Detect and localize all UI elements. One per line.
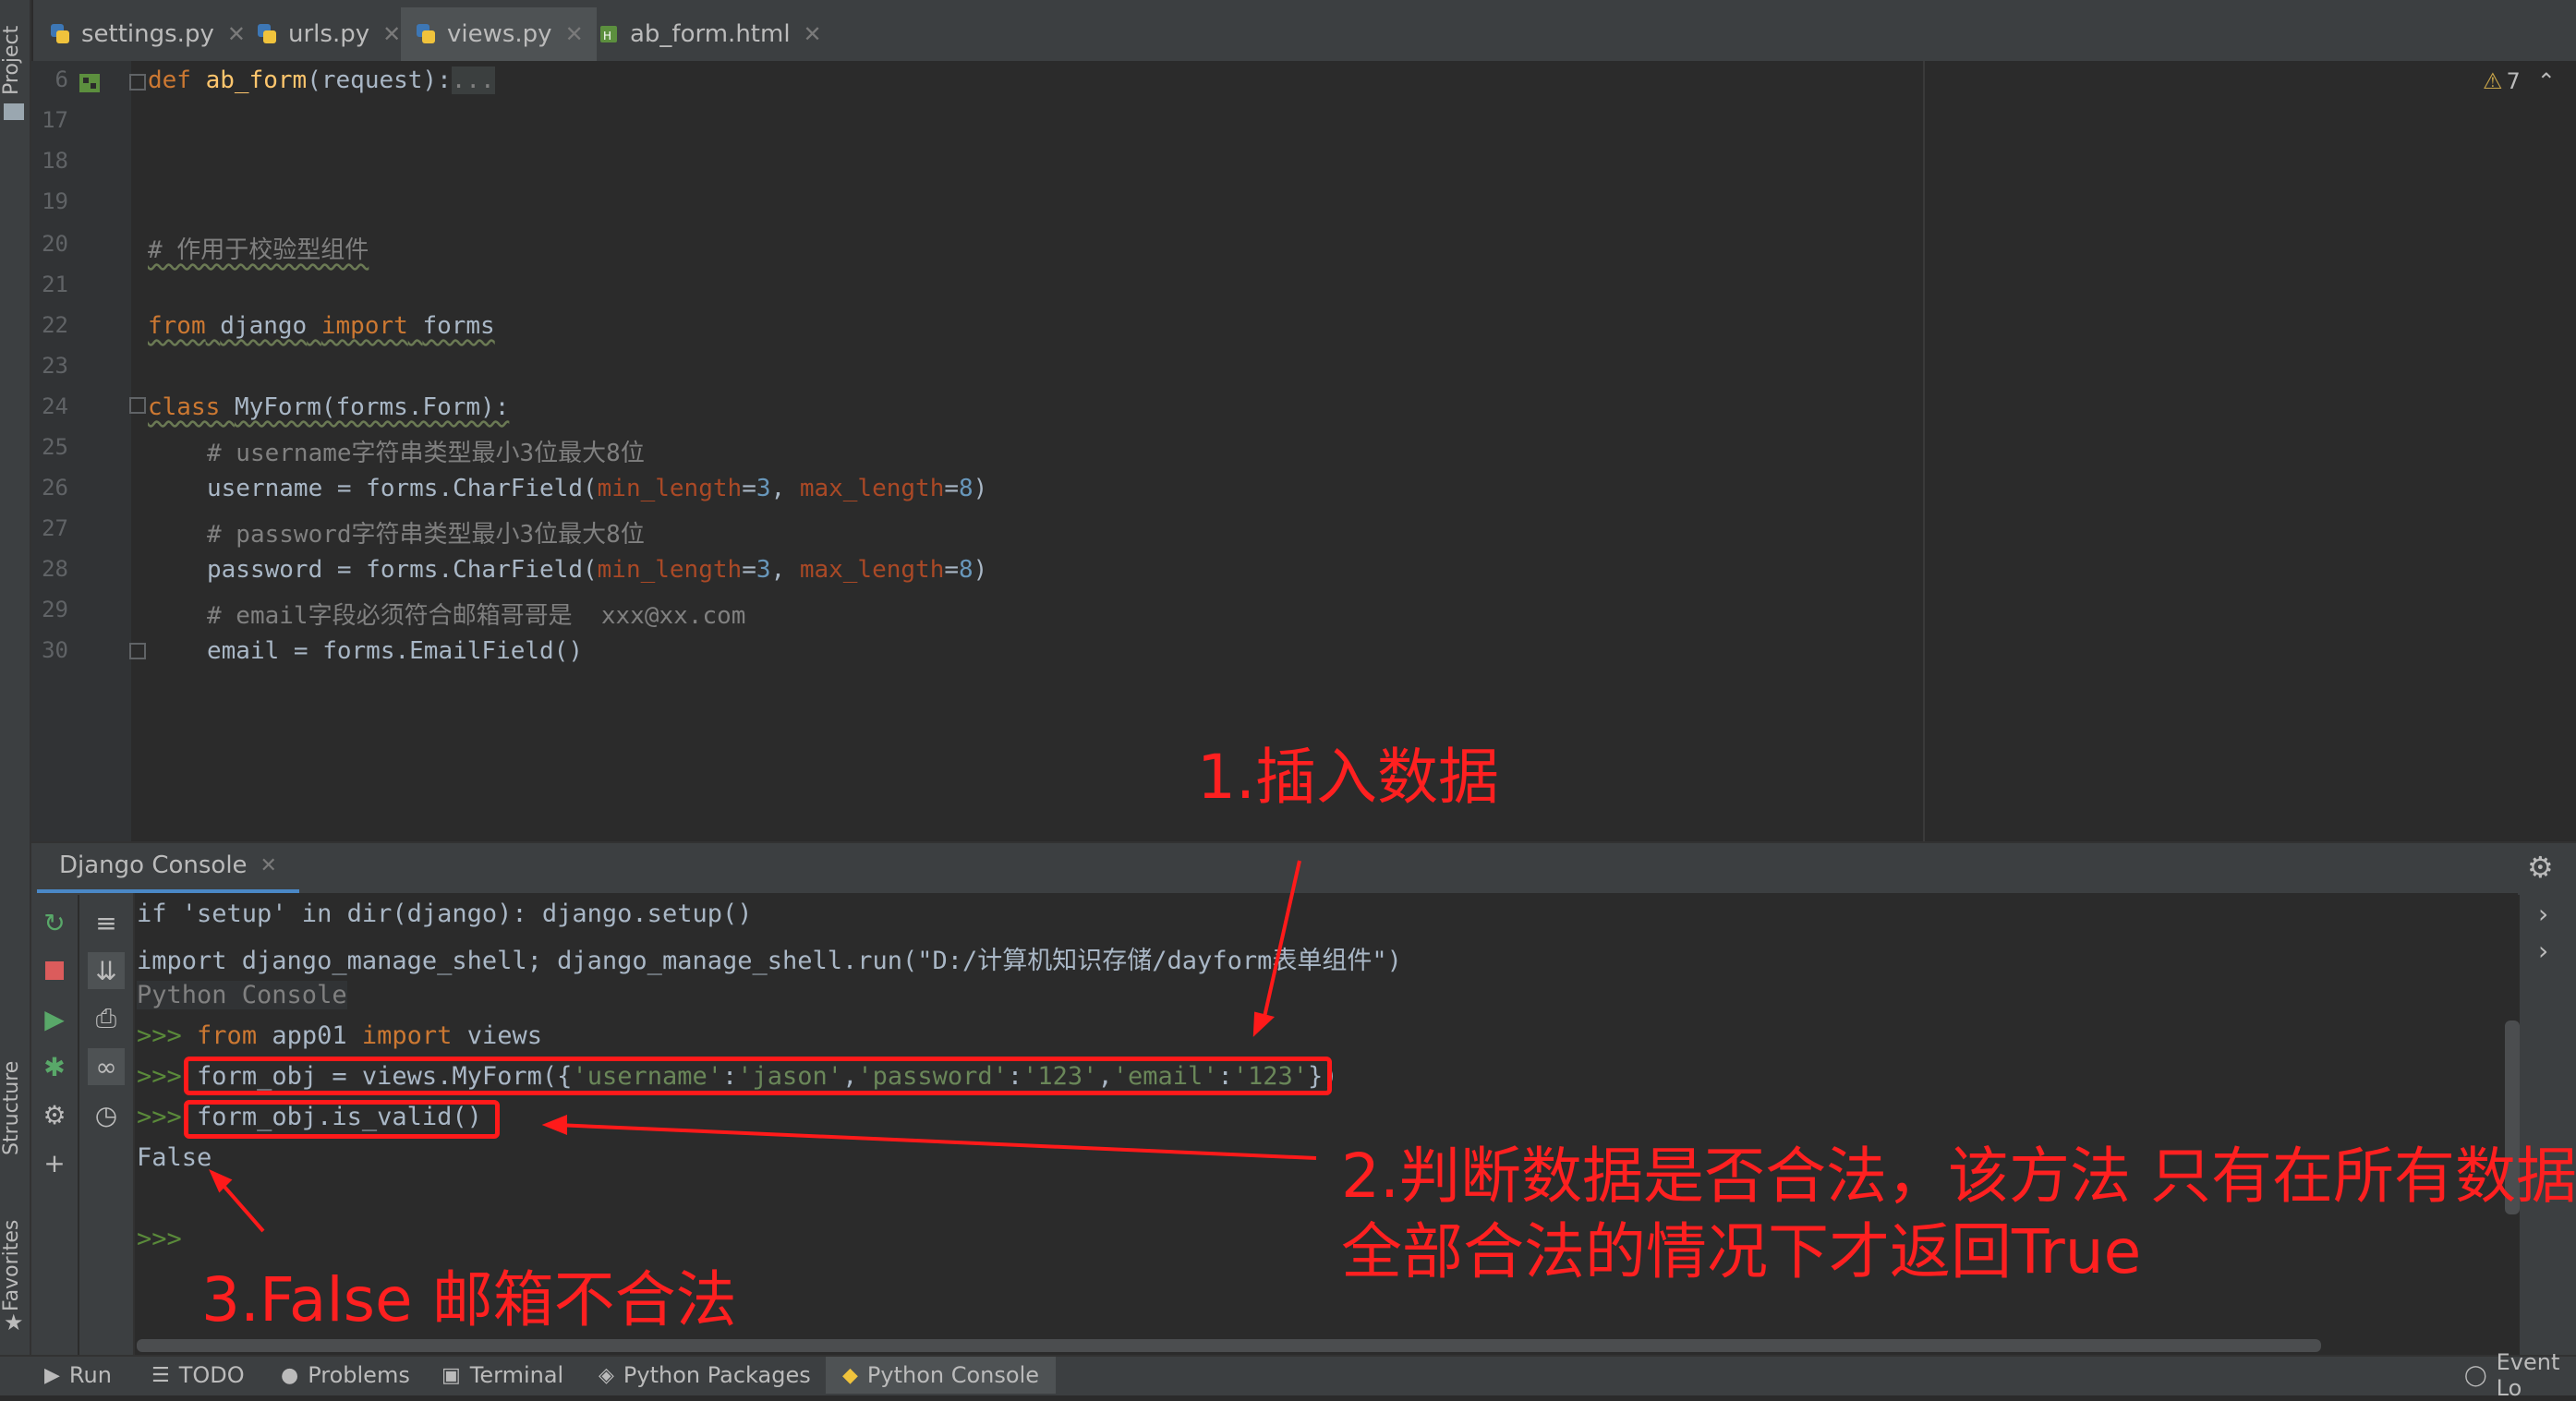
python-icon: ◆ <box>842 1363 858 1387</box>
tool-window-event-log[interactable]: ◯ Event Lo <box>2464 1349 2576 1401</box>
play-icon: ▶ <box>44 1363 60 1387</box>
list-icon: ☰ <box>151 1363 170 1387</box>
tool-window-terminal[interactable]: ▣ Terminal <box>441 1357 563 1394</box>
annotation-is-valid-line2: 全部合法的情况下才返回True <box>1341 1216 2142 1287</box>
tool-window-problems[interactable]: ● Problems <box>281 1357 410 1394</box>
annotation-is-valid-line1: 2.判断数据是否合法，该方法 只有在所有数据 <box>1341 1141 2576 1212</box>
arrowhead-icon <box>1252 1011 1276 1037</box>
annotation-false: 3.False 邮箱不合法 <box>201 1264 737 1335</box>
chat-icon: ◯ <box>2464 1363 2487 1387</box>
tool-window-run[interactable]: ▶ Run <box>44 1357 112 1394</box>
arrow-is-valid <box>555 1123 1317 1160</box>
layers-icon: ◈ <box>599 1363 614 1387</box>
info-icon: ● <box>281 1363 299 1387</box>
terminal-icon: ▣ <box>441 1363 461 1387</box>
arrowhead-icon <box>541 1115 567 1135</box>
annotation-insert-data: 1.插入数据 <box>1197 742 1499 813</box>
tool-window-todo[interactable]: ☰ TODO <box>151 1357 245 1394</box>
tool-window-python-packages[interactable]: ◈ Python Packages <box>599 1357 811 1394</box>
arrow-insert-data <box>1261 860 1301 1026</box>
tool-window-python-console[interactable]: ◆ Python Console <box>826 1357 1057 1394</box>
